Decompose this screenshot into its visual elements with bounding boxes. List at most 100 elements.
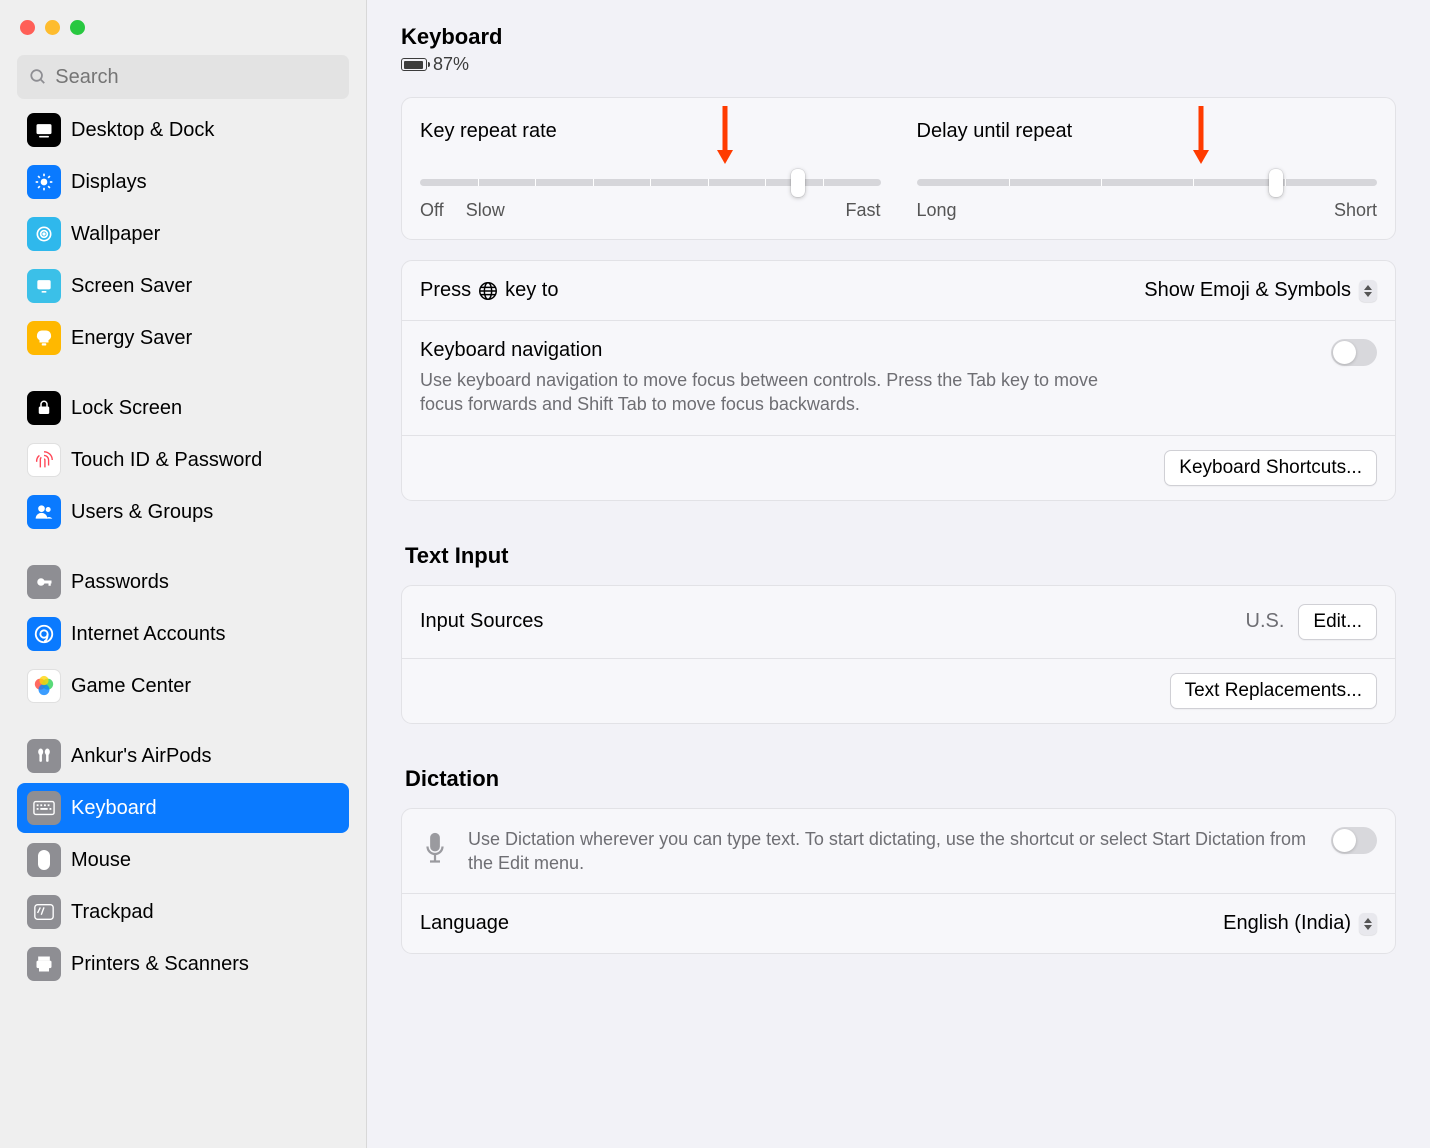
sidebar-item-airpods[interactable]: Ankur's AirPods [17, 731, 349, 781]
text-replacements-button[interactable]: Text Replacements... [1170, 673, 1377, 709]
keyboard-icon [27, 791, 61, 825]
globe-icon [477, 280, 499, 302]
sidebar-item-wallpaper[interactable]: Wallpaper [17, 209, 349, 259]
text-input-panel: Input Sources U.S. Edit... Text Replacem… [401, 585, 1396, 724]
dictation-description-row: Use Dictation wherever you can type text… [402, 809, 1395, 895]
mouse-icon [27, 843, 61, 877]
sidebar-item-label: Desktop & Dock [71, 119, 214, 142]
keyboard-shortcuts-row: Keyboard Shortcuts... [402, 436, 1395, 500]
sidebar-item-passwords[interactable]: Passwords [17, 557, 349, 607]
sidebar-item-label: Displays [71, 171, 147, 194]
sidebar-item-desktop-dock[interactable]: Desktop & Dock [17, 113, 349, 155]
delay-until-repeat-slider[interactable] [917, 179, 1378, 186]
slider-cap-slow: Slow [466, 200, 505, 221]
sidebar-item-label: Trackpad [71, 901, 154, 924]
sidebar-item-energy-saver[interactable]: Energy Saver [17, 313, 349, 363]
dictation-language-row: Language English (India) [402, 894, 1395, 953]
wallpaper-icon [27, 217, 61, 251]
minimize-window-button[interactable] [45, 20, 60, 35]
sidebar-item-internet-accounts[interactable]: Internet Accounts [17, 609, 349, 659]
keyboard-shortcuts-button[interactable]: Keyboard Shortcuts... [1164, 450, 1377, 486]
updown-icon [1359, 280, 1377, 302]
game-center-icon [27, 669, 61, 703]
energy-saver-icon [27, 321, 61, 355]
key-repeat-rate-slider[interactable] [420, 179, 881, 186]
page-title: Keyboard [401, 24, 1396, 50]
battery-icon [401, 58, 427, 71]
displays-icon [27, 165, 61, 199]
text-replacements-row: Text Replacements... [402, 659, 1395, 723]
sidebar-item-label: Energy Saver [71, 327, 192, 350]
sidebar-item-label: Touch ID & Password [71, 449, 262, 472]
delay-until-repeat-label: Delay until repeat [917, 120, 1378, 143]
passwords-icon [27, 565, 61, 599]
sidebar-item-label: Game Center [71, 675, 191, 698]
search-icon [29, 67, 47, 87]
search-container [0, 51, 366, 113]
sidebar-item-printers[interactable]: Printers & Scanners [17, 939, 349, 989]
slider-thumb[interactable] [1269, 169, 1283, 197]
keyboard-navigation-toggle[interactable] [1331, 339, 1377, 366]
close-window-button[interactable] [20, 20, 35, 35]
slider-thumb[interactable] [791, 169, 805, 197]
sidebar-item-lock-screen[interactable]: Lock Screen [17, 383, 349, 433]
keyboard-navigation-title: Keyboard navigation [420, 339, 1120, 362]
dictation-section-title: Dictation [405, 766, 1392, 792]
screen-saver-icon [27, 269, 61, 303]
microphone-icon [420, 831, 450, 872]
sidebar-item-label: Mouse [71, 849, 131, 872]
dropdown-value: Show Emoji & Symbols [1144, 279, 1351, 302]
window-controls [0, 0, 366, 51]
sidebar-item-mouse[interactable]: Mouse [17, 835, 349, 885]
sidebar-item-keyboard[interactable]: Keyboard [17, 783, 349, 833]
annotation-arrow-icon [1191, 104, 1211, 164]
battery-status: 87% [401, 54, 1396, 75]
search-box[interactable] [17, 55, 349, 99]
slider-cap-long: Long [917, 200, 957, 221]
keyboard-navigation-desc: Use keyboard navigation to move focus be… [420, 368, 1120, 417]
input-sources-row: Input Sources U.S. Edit... [402, 586, 1395, 659]
edit-input-sources-button[interactable]: Edit... [1298, 604, 1377, 640]
keyboard-navigation-row: Keyboard navigation Use keyboard navigat… [402, 321, 1395, 436]
sidebar-item-screen-saver[interactable]: Screen Saver [17, 261, 349, 311]
repeat-sliders-panel: Key repeat rate Off Slow Fast Delay unti… [401, 97, 1396, 240]
sidebar-item-label: Printers & Scanners [71, 953, 249, 976]
key-repeat-rate-label: Key repeat rate [420, 120, 881, 143]
dictation-panel: Use Dictation wherever you can type text… [401, 808, 1396, 955]
search-input[interactable] [55, 66, 337, 89]
sidebar-item-trackpad[interactable]: Trackpad [17, 887, 349, 937]
sidebar-item-label: Lock Screen [71, 397, 182, 420]
dictation-desc: Use Dictation wherever you can type text… [468, 827, 1313, 876]
sidebar-item-label: Passwords [71, 571, 169, 594]
key-repeat-rate-group: Key repeat rate Off Slow Fast [420, 120, 881, 221]
sidebar: Desktop & Dock Displays Wallpaper Screen… [0, 0, 367, 1148]
press-globe-dropdown[interactable]: Show Emoji & Symbols [1144, 279, 1377, 302]
sidebar-item-users-groups[interactable]: Users & Groups [17, 487, 349, 537]
dictation-toggle[interactable] [1331, 827, 1377, 854]
press-globe-row: Press key to Show Emoji & Symbols [402, 261, 1395, 321]
sidebar-list[interactable]: Desktop & Dock Displays Wallpaper Screen… [0, 113, 366, 1148]
printers-icon [27, 947, 61, 981]
sidebar-item-label: Internet Accounts [71, 623, 226, 646]
text-input-section-title: Text Input [405, 543, 1392, 569]
sidebar-item-game-center[interactable]: Game Center [17, 661, 349, 711]
maximize-window-button[interactable] [70, 20, 85, 35]
slider-captions: Off Slow Fast [420, 200, 881, 221]
sidebar-item-touch-id[interactable]: Touch ID & Password [17, 435, 349, 485]
sidebar-item-label: Users & Groups [71, 501, 213, 524]
slider-cap-fast: Fast [845, 200, 880, 221]
trackpad-icon [27, 895, 61, 929]
slider-cap-off: Off [420, 200, 444, 221]
keyboard-settings-panel: Press key to Show Emoji & Symbols Keyboa… [401, 260, 1396, 501]
battery-percent: 87% [433, 54, 469, 75]
desktop-dock-icon [27, 113, 61, 147]
annotation-arrow-icon [715, 104, 735, 164]
updown-icon [1359, 913, 1377, 935]
slider-captions: Long Short [917, 200, 1378, 221]
internet-accounts-icon [27, 617, 61, 651]
sidebar-item-label: Screen Saver [71, 275, 192, 298]
sidebar-item-displays[interactable]: Displays [17, 157, 349, 207]
dictation-language-dropdown[interactable]: English (India) [1223, 912, 1377, 935]
touch-id-icon [27, 443, 61, 477]
main-content: Keyboard 87% Key repeat rate Off Slow [367, 0, 1430, 1148]
